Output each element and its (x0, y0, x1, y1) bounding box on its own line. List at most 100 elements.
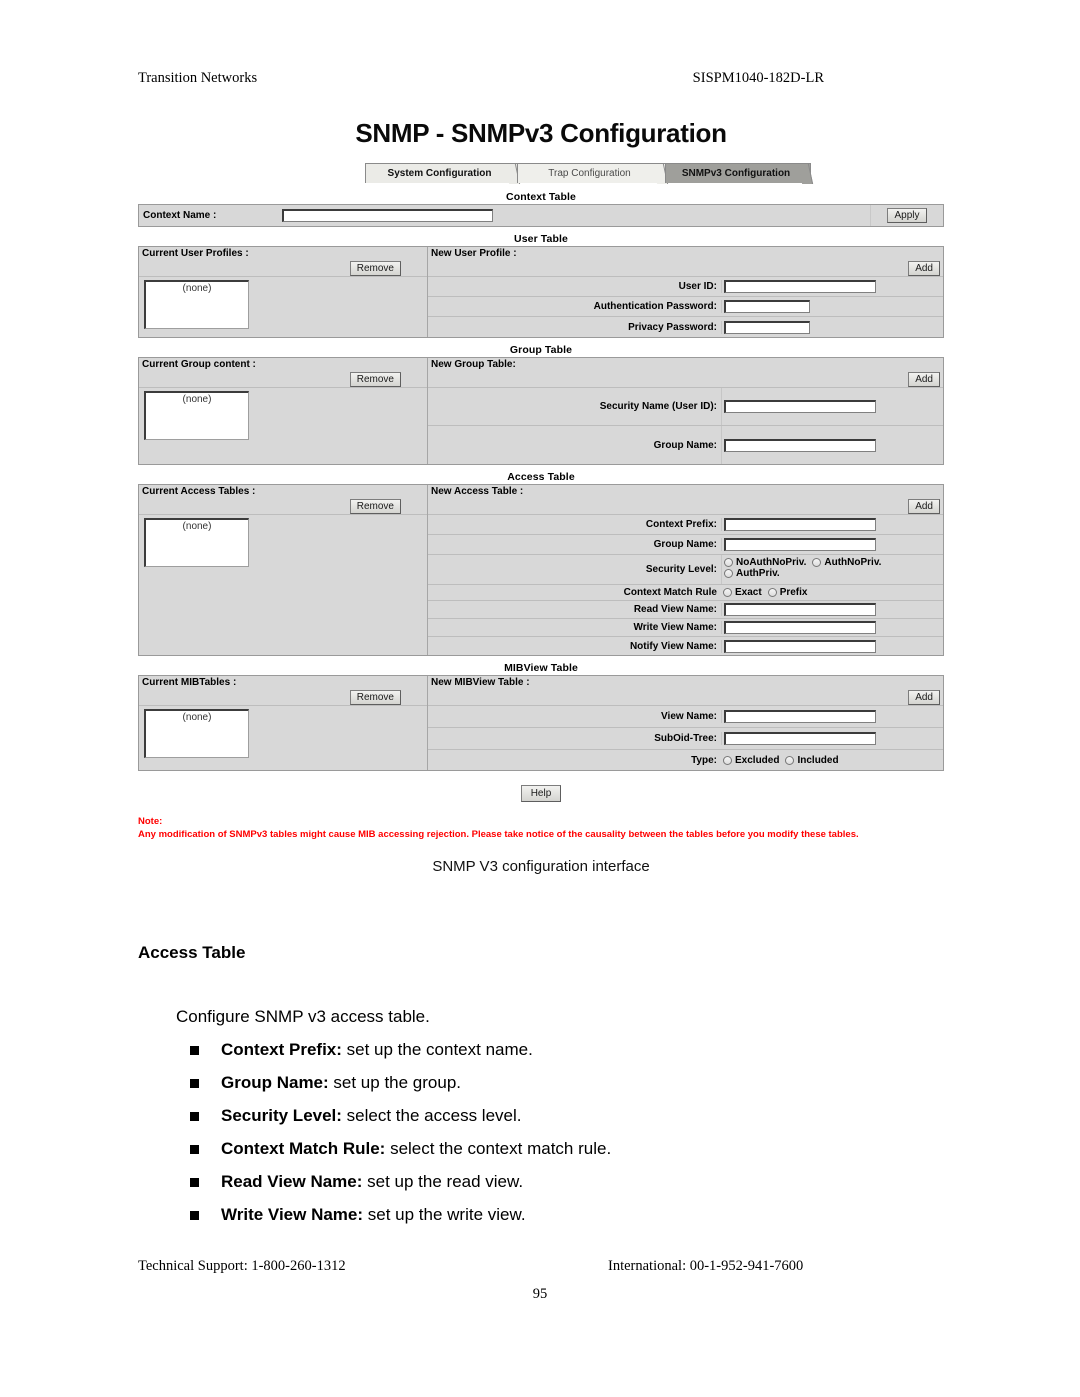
view-name-input[interactable] (724, 710, 876, 723)
radio-excluded[interactable]: Excluded (723, 755, 779, 766)
notify-view-name-label: Notify View Name: (629, 640, 717, 652)
current-group-content-list[interactable]: (none) (144, 391, 249, 440)
new-user-profile-label: New User Profile : (431, 248, 517, 259)
snmpv3-configuration-screenshot: SNMP - SNMPv3 Configuration System Confi… (138, 110, 944, 875)
access-table-right-pane: New Access Table : Add Context Prefix: G… (428, 485, 943, 655)
radio-noauthnopriv-label: NoAuthNoPriv. (736, 557, 807, 568)
tab-trap-configuration[interactable]: Trap Configuration (517, 163, 669, 184)
current-group-content-label: Current Group content : (142, 359, 256, 370)
tab-snmpv3-configuration[interactable]: SNMPv3 Configuration (665, 163, 814, 184)
radio-authpriv-label: AuthPriv. (736, 568, 780, 579)
bullet-square-icon (190, 1079, 199, 1088)
radio-authnopriv[interactable]: AuthNoPriv. (812, 557, 881, 568)
add-access-button[interactable]: Add (908, 498, 940, 514)
current-access-tables-label: Current Access Tables : (142, 486, 256, 497)
field-row-context-prefix: Context Prefix: (428, 515, 943, 535)
read-view-name-label: Read View Name: (633, 604, 717, 615)
write-view-name-input[interactable] (724, 621, 876, 634)
tab-system-configuration-label: System Configuration (387, 168, 492, 179)
help-button-row: Help (138, 783, 944, 802)
footer-international: International: 00-1-952-941-7600 (608, 1258, 804, 1274)
notify-view-name-input[interactable] (724, 639, 876, 653)
suboid-tree-input[interactable] (724, 732, 876, 745)
tab-system-configuration[interactable]: System Configuration (365, 163, 521, 184)
radio-exact[interactable]: Exact (723, 587, 762, 598)
list-item: Read View Name: set up the read view. (176, 1173, 936, 1190)
tab-trap-configuration-label: Trap Configuration (548, 168, 631, 179)
add-user-button[interactable]: Add (908, 260, 940, 276)
bullet-desc: set up the write view. (363, 1205, 526, 1224)
field-row-user-id: User ID: (428, 277, 943, 297)
page-title: SNMP - SNMPv3 Configuration (355, 118, 727, 148)
note-text: Any modification of SNMPv3 tables might … (138, 828, 859, 840)
bullet-term: Group Name: (221, 1073, 329, 1092)
field-row-suboid-tree: SubOid-Tree: (428, 728, 943, 750)
bullet-square-icon (190, 1112, 199, 1121)
page-number: 95 (532, 1286, 548, 1302)
current-mibtables-list[interactable]: (none) (144, 709, 249, 758)
context-name-input[interactable] (282, 209, 493, 222)
field-row-view-name: View Name: (428, 706, 943, 728)
apply-button[interactable]: Apply (887, 208, 927, 223)
list-item: Security Level: select the access level. (176, 1107, 936, 1124)
radio-included-label: Included (797, 754, 839, 766)
radio-noauthnopriv[interactable]: NoAuthNoPriv. (724, 557, 806, 568)
tab-snmpv3-configuration-label: SNMPv3 Configuration (681, 168, 791, 179)
group-name-input[interactable] (724, 438, 876, 452)
page-footer: Technical Support: 1-800-260-1312 Intern… (138, 1258, 944, 1275)
current-mibtables-label: Current MIBTables : (142, 677, 237, 688)
remove-mibview-button[interactable]: Remove (349, 689, 401, 705)
note-title: Note: (138, 816, 163, 827)
bullet-term: Context Match Rule: (221, 1139, 386, 1158)
context-prefix-label: Context Prefix: (645, 519, 717, 530)
radio-icon (724, 569, 733, 578)
list-item: Group Name: set up the group. (176, 1074, 936, 1091)
figure-caption: SNMP V3 configuration interface (432, 857, 650, 875)
user-id-label: User ID: (678, 281, 717, 292)
running-head-left: Transition Networks (138, 70, 258, 86)
context-prefix-input[interactable] (724, 518, 876, 531)
view-name-label: View Name: (661, 711, 717, 722)
user-id-input[interactable] (724, 280, 876, 293)
add-group-button[interactable]: Add (908, 371, 940, 387)
help-button[interactable]: Help (520, 785, 562, 802)
user-table-left-pane: Current User Profiles : Remove (none) (139, 247, 428, 337)
tab-skew (797, 164, 814, 184)
group-table-block: Current Group content : Remove (none) Ne… (138, 357, 944, 465)
write-view-name-label: Write View Name: (633, 622, 717, 633)
field-row-context-match-rule: Context Match Rule Exact Prefix (428, 585, 943, 601)
bullet-desc: select the access level. (341, 1106, 522, 1125)
access-table-title: Access Table (507, 471, 575, 483)
security-name-label: Security Name (User ID): (599, 401, 717, 412)
group-table-title: Group Table (509, 344, 573, 356)
user-table-block: Current User Profiles : Remove (none) Ne… (138, 246, 944, 338)
field-row-security-level: Security Level: NoAuthNoPriv. AuthNoPriv… (428, 555, 943, 585)
privacy-password-input[interactable] (724, 320, 810, 334)
current-access-tables-list[interactable]: (none) (144, 518, 249, 567)
radio-prefix[interactable]: Prefix (767, 587, 807, 598)
add-mibview-button[interactable]: Add (908, 689, 940, 705)
group-name-label: Group Name: (653, 439, 717, 451)
radio-included[interactable]: Included (785, 754, 839, 766)
security-name-input[interactable] (724, 400, 876, 413)
context-match-rule-label: Context Match Rule (623, 587, 717, 598)
bullet-desc: set up the read view. (362, 1172, 524, 1191)
radio-icon (812, 558, 822, 567)
group-table-left-pane: Current Group content : Remove (none) (139, 358, 428, 464)
radio-icon (724, 558, 733, 567)
remove-group-button[interactable]: Remove (349, 371, 401, 387)
remove-access-button[interactable]: Remove (349, 498, 401, 514)
current-user-profiles-list[interactable]: (none) (144, 280, 249, 329)
authentication-password-input[interactable] (724, 300, 810, 313)
read-view-name-input[interactable] (724, 603, 876, 616)
list-item: Write View Name: set up the write view. (176, 1206, 936, 1223)
section-heading: Access Table (138, 943, 246, 962)
mibview-table-title: MIBView Table (504, 662, 578, 674)
footer-technical-support: Technical Support: 1-800-260-1312 (138, 1258, 346, 1274)
running-head: Transition Networks SISPM1040-182D-LR (138, 70, 944, 87)
radio-authpriv[interactable]: AuthPriv. (724, 568, 937, 579)
section-intro: Configure SNMP v3 access table. (176, 1007, 430, 1026)
access-group-name-input[interactable] (724, 538, 876, 551)
remove-user-button[interactable]: Remove (349, 260, 401, 276)
